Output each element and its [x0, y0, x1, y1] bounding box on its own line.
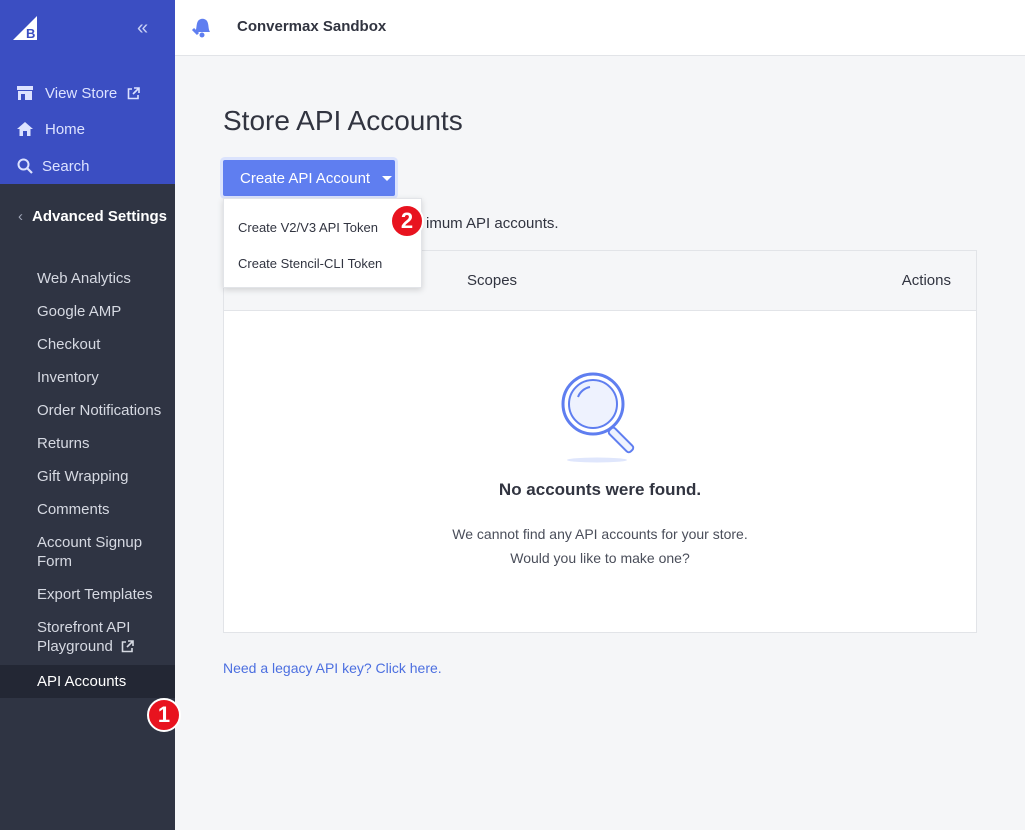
search-icon — [16, 157, 34, 175]
caret-down-icon — [382, 175, 393, 181]
home-icon — [16, 120, 34, 138]
empty-state-text-1: We cannot find any API accounts for your… — [452, 526, 748, 542]
sidebar-item-inventory[interactable]: Inventory — [0, 361, 175, 394]
storefront-icon — [16, 84, 34, 102]
sidebar-item-storefront-api-playground[interactable]: Storefront API Playground — [0, 611, 175, 665]
info-text: imum API accounts. — [426, 215, 559, 232]
column-header-actions: Actions — [901, 272, 951, 289]
step-badge-1: 1 — [147, 698, 181, 732]
menu-item-create-stencil-cli-token[interactable]: Create Stencil-CLI Token — [238, 256, 382, 271]
sidebar-item-api-accounts[interactable]: API Accounts — [0, 665, 175, 698]
view-store-label: View Store — [45, 84, 118, 102]
sidebar-item-checkout[interactable]: Checkout — [0, 328, 175, 361]
advanced-settings-back[interactable]: ‹ Advanced Settings — [0, 196, 175, 236]
create-api-account-button[interactable]: Create API Account — [223, 160, 395, 196]
api-accounts-table: Scopes Actions No accounts were found. W… — [223, 250, 977, 633]
sidebar-item-google-amp[interactable]: Google AMP — [0, 295, 175, 328]
bigcommerce-logo[interactable]: B — [11, 14, 39, 42]
column-header-scopes: Scopes — [467, 272, 518, 289]
view-store-link[interactable]: View Store — [16, 82, 141, 104]
storefront-api-playground-label: Storefront API Playground — [37, 619, 131, 655]
sidebar-item-returns[interactable]: Returns — [0, 427, 175, 460]
sidebar-item-web-analytics[interactable]: Web Analytics — [0, 262, 175, 295]
magnifier-illustration-icon — [561, 372, 635, 463]
sidebar-header: B « View Store Home Search — [0, 0, 175, 184]
sidebar-item-export-templates[interactable]: Export Templates — [0, 578, 175, 611]
home-label: Home — [45, 120, 86, 138]
step-badge-2: 2 — [390, 204, 424, 238]
search-label: Search — [42, 157, 90, 175]
sidebar-item-comments[interactable]: Comments — [0, 493, 175, 526]
sidebar-item-gift-wrapping[interactable]: Gift Wrapping — [0, 460, 175, 493]
section-title: Advanced Settings — [32, 207, 168, 225]
svg-text:B: B — [26, 26, 35, 41]
sidebar-item-account-signup-form[interactable]: Account Signup Form — [0, 526, 175, 578]
collapse-sidebar-icon[interactable]: « — [137, 18, 148, 38]
menu-item-create-v2-v3-token[interactable]: Create V2/V3 API Token — [238, 220, 378, 235]
store-name: Convermax Sandbox — [237, 18, 387, 35]
external-link-icon — [127, 86, 141, 100]
chevron-left-icon: ‹ — [18, 207, 23, 225]
empty-state-text-2: Would you like to make one? — [510, 550, 690, 566]
top-bar: Convermax Sandbox — [175, 0, 1025, 56]
external-link-icon — [121, 639, 134, 658]
home-link[interactable]: Home — [16, 118, 85, 140]
legacy-api-key-link[interactable]: Need a legacy API key? Click here. — [223, 660, 442, 676]
bell-icon[interactable] — [191, 15, 213, 44]
search-link[interactable]: Search — [16, 155, 90, 177]
page-title: Store API Accounts — [223, 105, 463, 136]
settings-nav: Web Analytics Google AMP Checkout Invent… — [0, 262, 175, 698]
sidebar-item-order-notifications[interactable]: Order Notifications — [0, 394, 175, 427]
empty-state-title: No accounts were found. — [498, 480, 702, 499]
create-api-account-label: Create API Account — [240, 169, 371, 187]
